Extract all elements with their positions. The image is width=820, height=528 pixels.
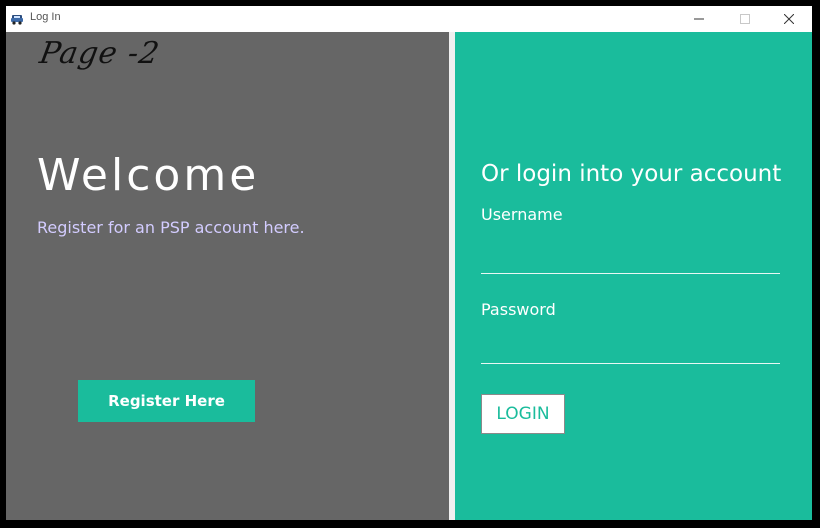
car-icon — [10, 11, 24, 25]
close-button[interactable] — [766, 6, 812, 32]
maximize-icon — [740, 14, 750, 24]
register-panel: Page -2 Welcome Register for an PSP acco… — [6, 32, 449, 520]
login-window: Log In Page -2 Welcome Register for an P… — [6, 6, 812, 520]
login-panel: Or login into your account Username Pass… — [455, 32, 812, 520]
minimize-icon — [694, 18, 704, 20]
register-subtitle: Register for an PSP account here. — [37, 218, 305, 237]
username-label: Username — [481, 205, 563, 224]
maximize-button[interactable] — [722, 6, 768, 32]
login-button[interactable]: LOGIN — [481, 394, 565, 434]
password-input[interactable] — [481, 337, 780, 364]
window-title: Log In — [30, 11, 61, 23]
page-annotation: Page -2 — [36, 36, 163, 71]
register-button[interactable]: Register Here — [78, 380, 255, 422]
minimize-button[interactable] — [676, 6, 722, 32]
welcome-heading: Welcome — [37, 150, 260, 201]
password-label: Password — [481, 300, 556, 319]
close-icon — [784, 14, 794, 24]
login-heading: Or login into your account — [481, 161, 782, 187]
title-bar[interactable]: Log In — [6, 6, 812, 32]
username-input[interactable] — [481, 247, 780, 274]
